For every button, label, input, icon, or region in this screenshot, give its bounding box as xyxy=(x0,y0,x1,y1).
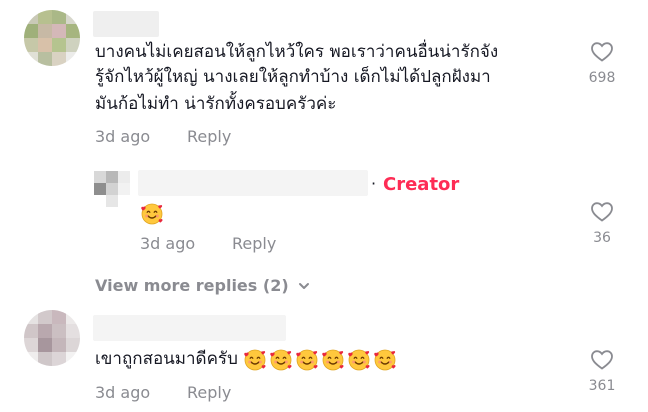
view-more-label: View more replies (2) xyxy=(95,276,289,295)
comment-line: มันก้อไม่ทำ น่ารักทั้งครอบครัวค่ะ xyxy=(95,94,337,114)
comment-date: 3d ago xyxy=(95,383,151,402)
comment-text: เขาถูกสอนมาดีครับ xyxy=(95,347,400,372)
comment-meta: 3d ago Reply xyxy=(95,127,231,146)
heart-icon xyxy=(591,350,613,370)
smiling-face-with-hearts-icon xyxy=(269,348,292,371)
reply-button[interactable]: Reply xyxy=(187,383,231,402)
heart-icon xyxy=(591,42,613,62)
like-count: 36 xyxy=(593,230,611,246)
like-button[interactable]: 361 xyxy=(582,348,622,394)
smiling-face-with-hearts-icon xyxy=(295,348,318,371)
avatar[interactable] xyxy=(24,310,80,366)
view-more-replies-button[interactable]: View more replies (2) xyxy=(95,276,311,295)
smiling-face-with-hearts-icon xyxy=(243,348,266,371)
comment-line: เขาถูกสอนมาดีครับ xyxy=(95,349,238,369)
comment-date: 3d ago xyxy=(140,234,196,253)
avatar[interactable] xyxy=(94,171,130,207)
comment-line: รู้จักไหว้ผู้ใหญ่ นางเลยให้ลูกทำบ้าง เด็… xyxy=(95,67,491,87)
smiling-face-with-hearts-icon xyxy=(141,203,163,225)
reply-button[interactable]: Reply xyxy=(232,234,276,253)
smiling-face-with-hearts-icon xyxy=(373,348,396,371)
chevron-down-icon xyxy=(298,282,309,289)
comment-meta: 3d ago Reply xyxy=(95,383,231,402)
like-count: 698 xyxy=(588,70,616,86)
comment-line: บางคนไม่เคยสอนให้ลูกไหว้ใคร พอเราว่าคนอื… xyxy=(95,42,499,62)
username-placeholder[interactable] xyxy=(138,170,368,196)
comment-meta: 3d ago Reply xyxy=(140,234,276,253)
creator-badge: Creator xyxy=(383,174,460,195)
like-button[interactable]: 36 xyxy=(582,200,622,246)
reply-button[interactable]: Reply xyxy=(187,127,231,146)
emoji-row xyxy=(243,348,400,371)
smiling-face-with-hearts-icon xyxy=(321,348,344,371)
like-count: 361 xyxy=(588,378,616,394)
like-button[interactable]: 698 xyxy=(582,40,622,86)
username-placeholder[interactable] xyxy=(93,11,159,37)
heart-icon xyxy=(591,202,613,222)
username-placeholder[interactable] xyxy=(93,315,286,341)
avatar[interactable] xyxy=(24,10,80,66)
creator-separator: · xyxy=(371,174,377,193)
comment-date: 3d ago xyxy=(95,127,151,146)
smiling-face-with-hearts-icon xyxy=(347,348,370,371)
